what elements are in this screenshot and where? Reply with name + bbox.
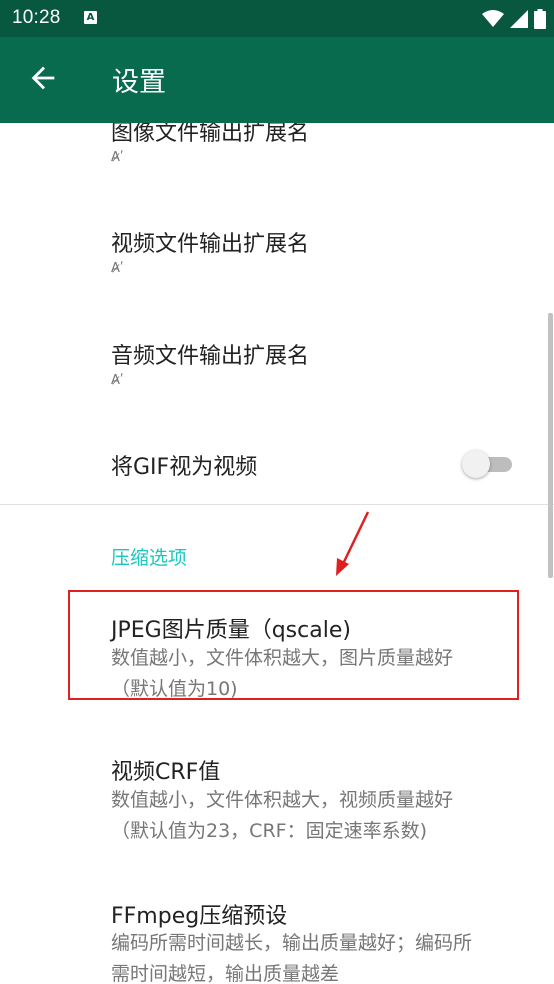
edit-text-icon: A̷ʹ [111, 261, 124, 276]
wifi-icon [482, 10, 504, 27]
edit-text-icon: A̷ʹ [111, 373, 124, 388]
pref-summary: 数值越小，文件体积越大，视频质量越好 [111, 789, 454, 811]
arrow-back-icon [31, 66, 55, 90]
pref-title: 视频CRF值 [111, 760, 221, 785]
back-button[interactable] [26, 61, 60, 95]
battery-icon [534, 9, 546, 29]
scrollbar[interactable] [548, 313, 553, 578]
edit-text-icon: A̷ʹ [111, 150, 124, 165]
gif-as-video-switch[interactable] [462, 450, 514, 478]
app-bar: 设置 [0, 37, 554, 123]
pref-title: 视频文件输出扩展名 [111, 232, 310, 257]
notification-a-icon: A [84, 11, 97, 24]
section-title-compression: 压缩选项 [111, 547, 188, 569]
pref-title: FFmpeg压缩预设 [111, 904, 288, 929]
status-icons [482, 8, 546, 30]
pref-title: 图像文件输出扩展名 [111, 123, 310, 146]
status-time: 10:28 [12, 7, 61, 28]
page-title: 设置 [112, 67, 166, 98]
pref-title: 将GIF视为视频 [111, 455, 258, 480]
annotation-highlight-box [68, 590, 519, 700]
pref-title: 音频文件输出扩展名 [111, 344, 310, 369]
pref-summary: 需时间越短，输出质量越差 [111, 963, 340, 984]
pref-summary: （默认值为23，CRF：固定速率系数) [111, 820, 427, 842]
settings-list[interactable]: 图像文件输出扩展名 A̷ʹ 视频文件输出扩展名 A̷ʹ 音频文件输出扩展名 A̷… [0, 123, 554, 984]
switch-thumb [462, 450, 490, 478]
pref-summary: 编码所需时间越长，输出质量越好；编码所 [111, 932, 473, 954]
annotation-arrow-icon [336, 511, 370, 576]
section-divider [0, 504, 554, 505]
status-bar: 10:28 A [0, 0, 554, 37]
cellular-signal-icon [510, 10, 528, 28]
